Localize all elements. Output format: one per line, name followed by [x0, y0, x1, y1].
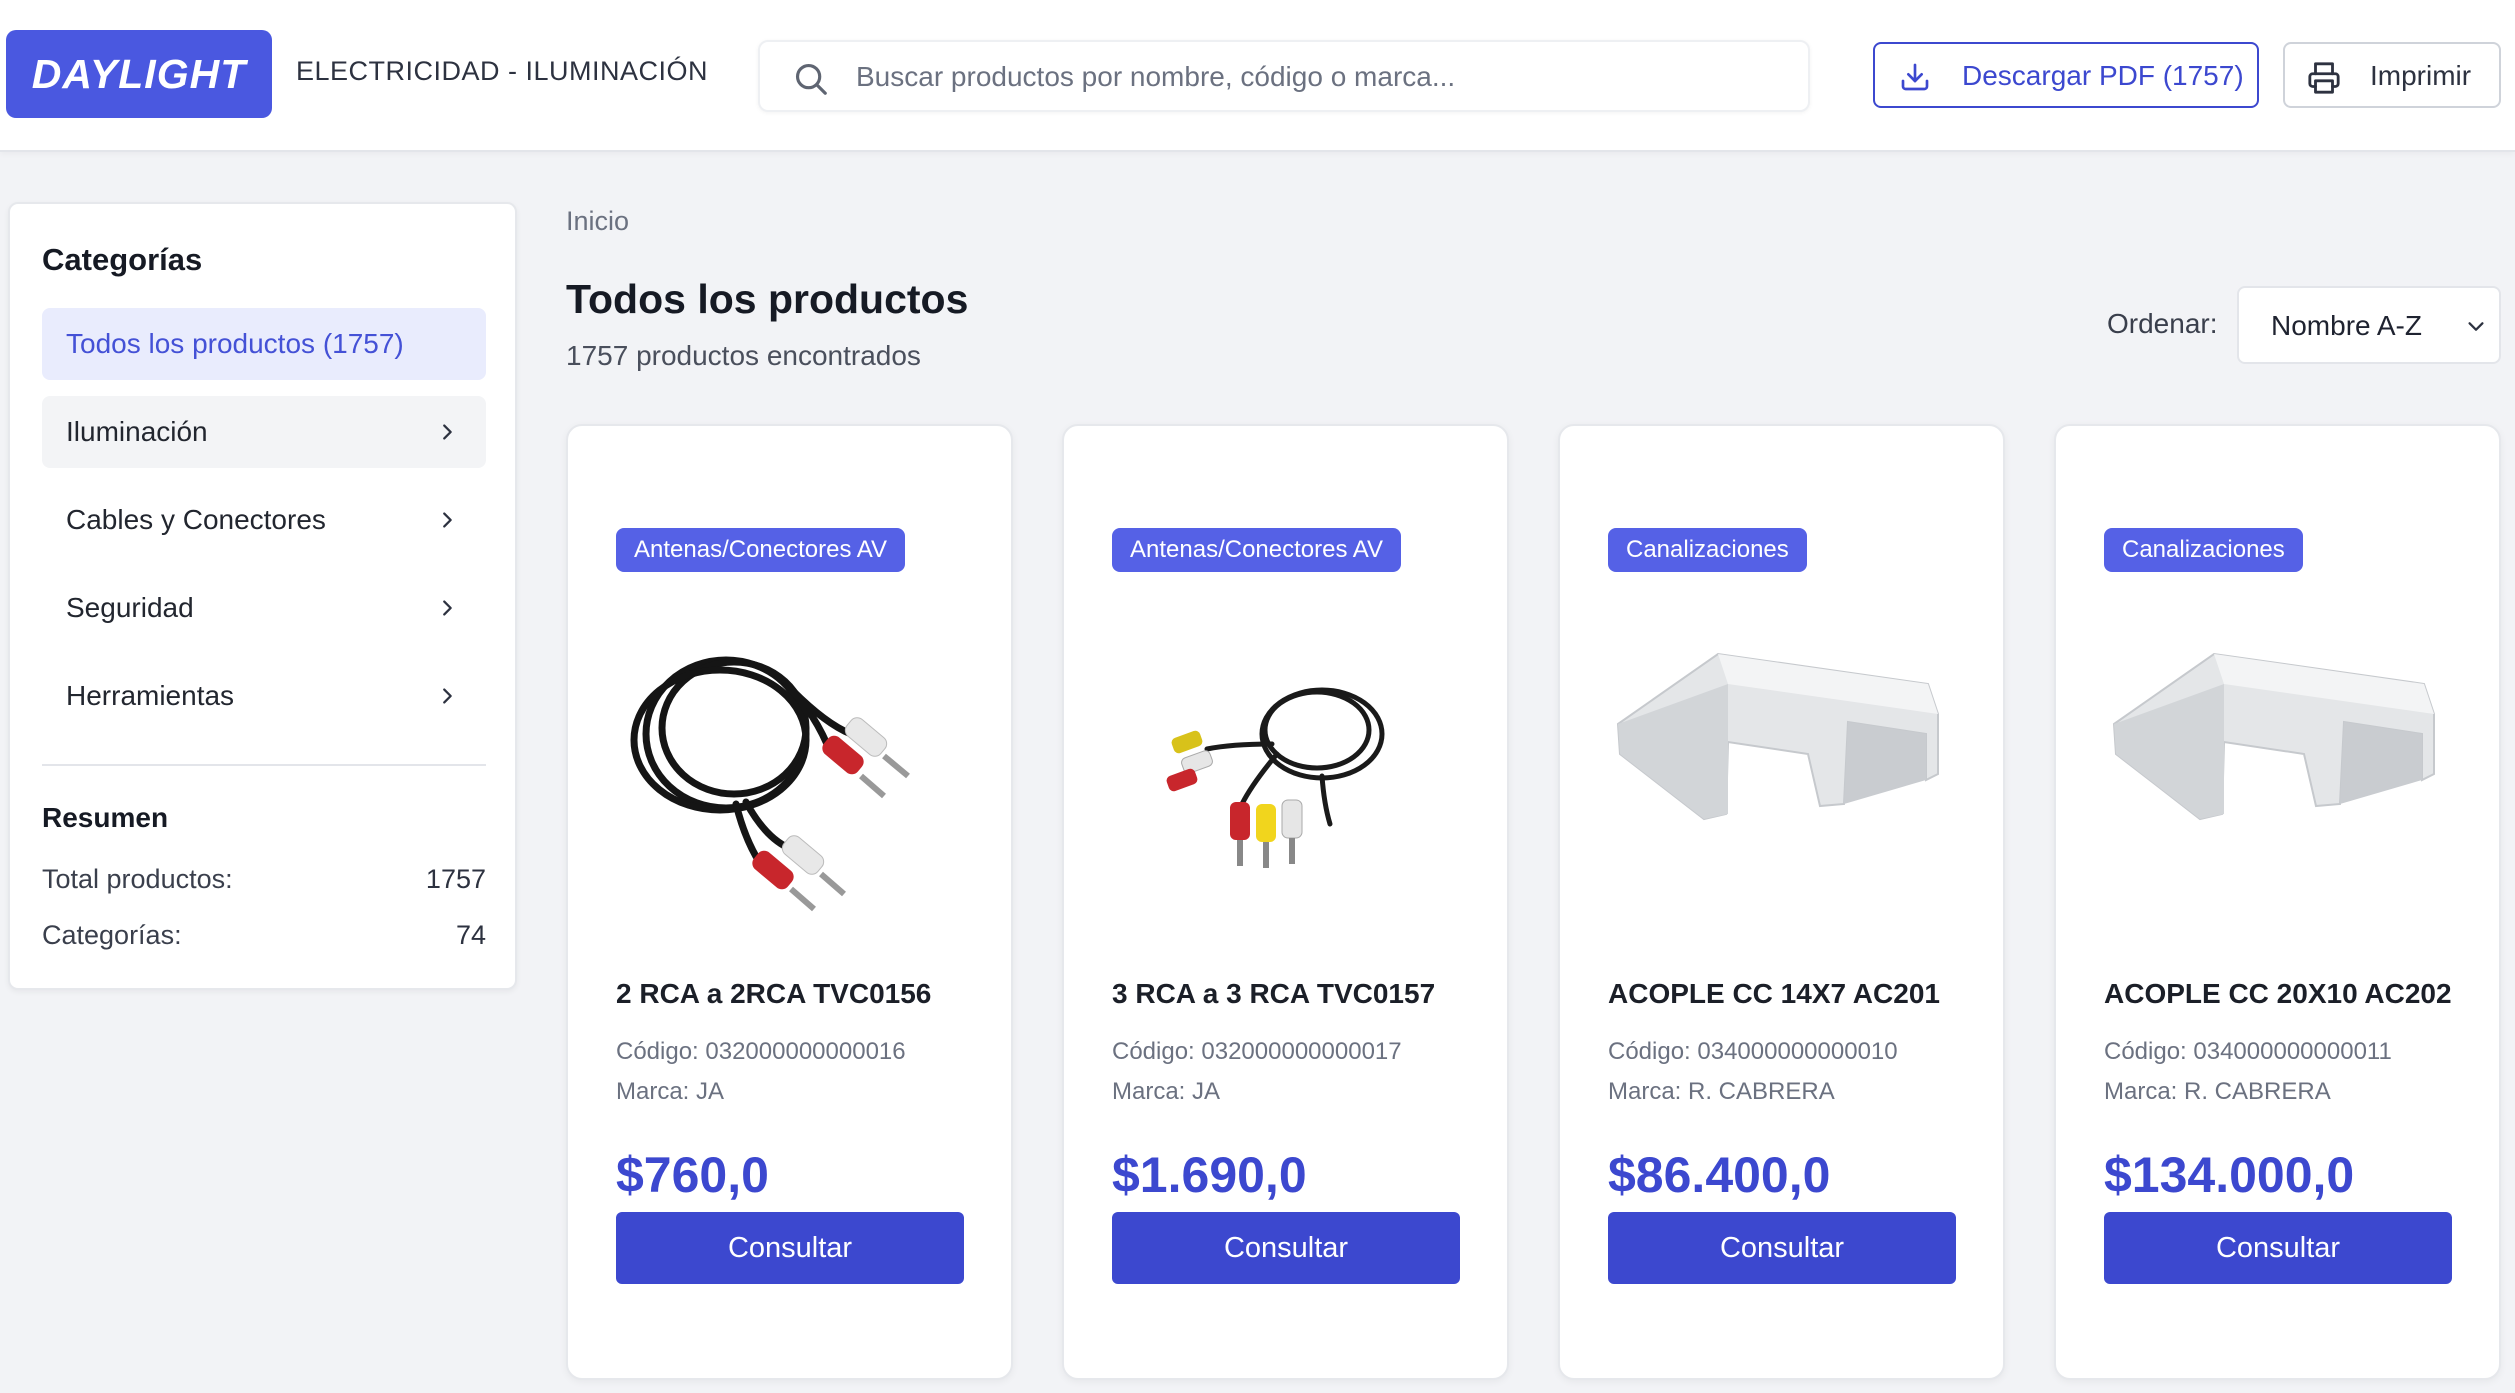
category-badge: Canalizaciones: [1608, 528, 1807, 572]
sidebar-item-herramientas[interactable]: Herramientas: [42, 660, 486, 732]
product-price: $1.690,0: [1112, 1147, 1307, 1203]
summary-total-row: Total productos: 1757: [42, 864, 486, 895]
product-name: ACOPLE CC 20X10 AC202: [2104, 978, 2452, 1009]
product-price: $760,0: [616, 1147, 769, 1203]
sidebar-item-label: Todos los productos (1757): [66, 328, 404, 359]
tagline: ELECTRICIDAD - ILUMINACIÓN: [296, 56, 709, 86]
consult-button[interactable]: Consultar: [1112, 1212, 1460, 1284]
print-label: Imprimir: [2370, 60, 2472, 91]
product-name: 3 RCA a 3 RCA TVC0157: [1112, 978, 1436, 1009]
result-count: 1757 productos encontrados: [566, 340, 921, 371]
sidebar-item-seguridad[interactable]: Seguridad: [42, 572, 486, 644]
chevron-right-icon: [443, 600, 452, 616]
product-image-rca-cable: [616, 604, 964, 952]
product-brand: Marca: JA: [1112, 1078, 1221, 1105]
chevron-right-icon: [443, 512, 452, 528]
sidebar-item-all-products[interactable]: Todos los productos (1757): [42, 308, 486, 380]
page-title: Todos los productos: [566, 276, 969, 322]
sort-selected-value: Nombre A-Z: [2271, 310, 2422, 341]
search-icon: [795, 63, 827, 95]
sidebar-item-label: Iluminación: [66, 416, 208, 447]
chevron-right-icon: [443, 688, 452, 704]
sort-select[interactable]: Nombre A-Z: [2237, 286, 2501, 364]
summary-total-value: 1757: [425, 864, 486, 894]
product-image-channel-coupler: [1608, 604, 1956, 952]
product-name: 2 RCA a 2RCA TVC0156: [616, 978, 932, 1009]
print-button[interactable]: Imprimir: [2283, 42, 2501, 108]
consult-button[interactable]: Consultar: [616, 1212, 964, 1284]
summary-title: Resumen: [42, 802, 169, 833]
product-name: ACOPLE CC 14X7 AC201: [1608, 978, 1940, 1009]
sidebar-item-label: Cables y Conectores: [66, 504, 326, 535]
summary-categories-value: 74: [455, 920, 486, 950]
consult-button[interactable]: Consultar: [2104, 1212, 2452, 1284]
category-badge: Antenas/Conectores AV: [1112, 528, 1402, 572]
sidebar-item-label: Herramientas: [66, 680, 235, 711]
product-brand: Marca: R. CABRERA: [2104, 1078, 2331, 1105]
category-badge: Canalizaciones: [2104, 528, 2303, 572]
download-pdf-label: Descargar PDF (1757): [1962, 60, 2244, 91]
sidebar-divider: [42, 764, 486, 766]
sidebar-item-iluminacion[interactable]: Iluminación: [42, 396, 486, 468]
product-image-channel-coupler: [2104, 604, 2452, 952]
product-brand: Marca: JA: [616, 1078, 725, 1105]
sort-label: Ordenar:: [2107, 308, 2218, 339]
product-code: Código: 034000000000010: [1608, 1038, 1898, 1065]
product-price: $86.400,0: [1608, 1147, 1831, 1203]
summary-categories-label: Categorías:: [42, 920, 182, 950]
logo[interactable]: DAYLIGHT: [6, 30, 272, 118]
product-card[interactable]: Canalizaciones ACOPLE CC 20X10 AC202 Cód…: [2054, 424, 2501, 1380]
breadcrumb[interactable]: Inicio: [566, 206, 629, 237]
search-input[interactable]: [856, 52, 1786, 102]
top-header: DAYLIGHT ELECTRICIDAD - ILUMINACIÓN Desc…: [0, 0, 2515, 152]
download-pdf-button[interactable]: Descargar PDF (1757): [1873, 42, 2259, 108]
category-badge: Antenas/Conectores AV: [616, 528, 906, 572]
summary-categories-row: Categorías: 74: [42, 920, 486, 951]
product-code: Código: 032000000000016: [616, 1038, 906, 1065]
product-image-rca-cable: [1112, 604, 1460, 952]
product-brand: Marca: R. CABRERA: [1608, 1078, 1835, 1105]
summary-total-label: Total productos:: [42, 864, 233, 894]
product-price: $134.000,0: [2104, 1147, 2355, 1203]
download-icon: [1901, 63, 1929, 91]
consult-button[interactable]: Consultar: [1608, 1212, 1956, 1284]
sidebar-title: Categorías: [42, 242, 203, 277]
chevron-right-icon: [443, 424, 452, 440]
chevron-down-icon: [2468, 322, 2484, 331]
categories-sidebar: Categorías Todos los productos (1757) Il…: [8, 202, 517, 990]
product-card[interactable]: Antenas/Conectores AV 2 RCA a 2RCA TVC01…: [566, 424, 1013, 1380]
product-code: Código: 034000000000011: [2104, 1038, 2392, 1065]
product-card[interactable]: Canalizaciones ACOPLE CC 14X7 AC201 Códi…: [1558, 424, 2005, 1380]
product-code: Código: 032000000000017: [1112, 1038, 1402, 1065]
search-box[interactable]: [758, 40, 1810, 112]
printer-icon: [2308, 62, 2340, 94]
product-card[interactable]: Antenas/Conectores AV 3 RCA a 3 RCA TVC0…: [1062, 424, 1509, 1380]
sidebar-item-cables-conectores[interactable]: Cables y Conectores: [42, 484, 486, 556]
sidebar-item-label: Seguridad: [66, 592, 194, 623]
